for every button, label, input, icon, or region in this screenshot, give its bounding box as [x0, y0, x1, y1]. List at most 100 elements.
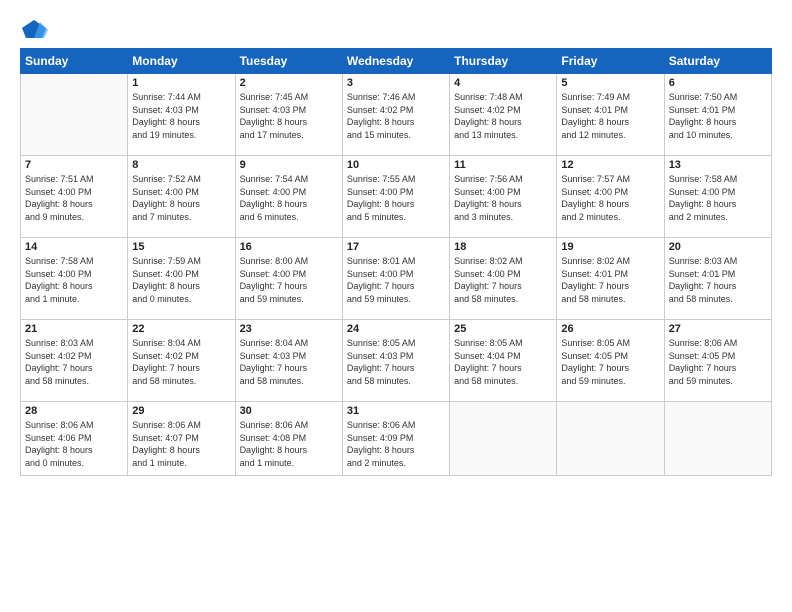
calendar-cell: 18 Sunrise: 8:02 AM Sunset: 4:00 PM Dayli…: [450, 238, 557, 320]
day-number: 11: [454, 159, 552, 171]
calendar-cell: 9Sunrise: 7:54 AM Sunset: 4:00 PM Daylig…: [235, 156, 342, 238]
day-number: 23: [240, 323, 338, 335]
day-number: 31: [347, 405, 445, 417]
calendar-cell: 4Sunrise: 7:48 AM Sunset: 4:02 PM Daylig…: [450, 74, 557, 156]
calendar-cell: [450, 402, 557, 476]
day-number: 3: [347, 77, 445, 89]
calendar-cell: 3 Sunrise: 7:46 AM Sunset: 4:02 PM Daylig…: [342, 74, 449, 156]
calendar-cell: 14 Sunrise: 7:58 AM Sunset: 4:00 PM Dayli…: [21, 238, 128, 320]
day-info: Sunrise: 8:03 AM Sunset: 4:01 PM Dayligh…: [669, 255, 767, 305]
week-row-5: 28 Sunrise: 8:06 AM Sunset: 4:06 PM Dayli…: [21, 402, 772, 476]
day-info: Sunrise: 8:06 AM Sunset: 4:09 PM Dayligh…: [347, 419, 445, 469]
day-number: 22: [132, 323, 230, 335]
day-number: 21: [25, 323, 123, 335]
calendar-cell: 2Sunrise: 7:45 AM Sunset: 4:03 PM Daylig…: [235, 74, 342, 156]
day-info: Sunrise: 7:55 AM Sunset: 4:00 PM Dayligh…: [347, 173, 445, 223]
calendar-cell: 16 Sunrise: 8:00 AM Sunset: 4:00 PM Dayli…: [235, 238, 342, 320]
day-number: 5: [561, 77, 659, 89]
calendar-cell: 6 Sunrise: 7:50 AM Sunset: 4:01 PM Daylig…: [664, 74, 771, 156]
weekday-header-saturday: Saturday: [664, 49, 771, 74]
day-info: Sunrise: 8:04 AM Sunset: 4:02 PM Dayligh…: [132, 337, 230, 387]
day-number: 16: [240, 241, 338, 253]
day-info: Sunrise: 7:52 AM Sunset: 4:00 PM Dayligh…: [132, 173, 230, 223]
calendar-cell: 12 Sunrise: 7:57 AM Sunset: 4:00 PM Dayli…: [557, 156, 664, 238]
day-info: Sunrise: 8:02 AM Sunset: 4:01 PM Dayligh…: [561, 255, 659, 305]
day-number: 24: [347, 323, 445, 335]
day-info: Sunrise: 7:50 AM Sunset: 4:01 PM Dayligh…: [669, 91, 767, 141]
day-number: 27: [669, 323, 767, 335]
day-info: Sunrise: 8:06 AM Sunset: 4:06 PM Dayligh…: [25, 419, 123, 469]
day-info: Sunrise: 8:05 AM Sunset: 4:05 PM Dayligh…: [561, 337, 659, 387]
calendar-cell: 15 Sunrise: 7:59 AM Sunset: 4:00 PM Dayli…: [128, 238, 235, 320]
day-info: Sunrise: 8:00 AM Sunset: 4:00 PM Dayligh…: [240, 255, 338, 305]
day-number: 13: [669, 159, 767, 171]
day-number: 18: [454, 241, 552, 253]
calendar-cell: 1 Sunrise: 7:44 AM Sunset: 4:03 PM Daylig…: [128, 74, 235, 156]
day-number: 12: [561, 159, 659, 171]
calendar-cell: 7Sunrise: 7:51 AM Sunset: 4:00 PM Daylig…: [21, 156, 128, 238]
day-info: Sunrise: 7:45 AM Sunset: 4:03 PM Dayligh…: [240, 91, 338, 141]
week-row-1: 1 Sunrise: 7:44 AM Sunset: 4:03 PM Daylig…: [21, 74, 772, 156]
day-number: 25: [454, 323, 552, 335]
calendar-cell: [664, 402, 771, 476]
day-info: Sunrise: 8:06 AM Sunset: 4:08 PM Dayligh…: [240, 419, 338, 469]
calendar-cell: 23 Sunrise: 8:04 AM Sunset: 4:03 PM Dayli…: [235, 320, 342, 402]
day-info: Sunrise: 7:56 AM Sunset: 4:00 PM Dayligh…: [454, 173, 552, 223]
day-number: 20: [669, 241, 767, 253]
calendar-cell: 11 Sunrise: 7:56 AM Sunset: 4:00 PM Dayli…: [450, 156, 557, 238]
day-info: Sunrise: 7:46 AM Sunset: 4:02 PM Dayligh…: [347, 91, 445, 141]
calendar-cell: 29Sunrise: 8:06 AM Sunset: 4:07 PM Dayli…: [128, 402, 235, 476]
day-number: 10: [347, 159, 445, 171]
week-row-2: 7Sunrise: 7:51 AM Sunset: 4:00 PM Daylig…: [21, 156, 772, 238]
weekday-header-tuesday: Tuesday: [235, 49, 342, 74]
logo: [20, 18, 52, 40]
calendar-cell: [557, 402, 664, 476]
calendar-cell: 10 Sunrise: 7:55 AM Sunset: 4:00 PM Dayli…: [342, 156, 449, 238]
day-info: Sunrise: 7:44 AM Sunset: 4:03 PM Dayligh…: [132, 91, 230, 141]
calendar-cell: [21, 74, 128, 156]
calendar-cell: 24 Sunrise: 8:05 AM Sunset: 4:03 PM Dayli…: [342, 320, 449, 402]
calendar-cell: 8Sunrise: 7:52 AM Sunset: 4:00 PM Daylig…: [128, 156, 235, 238]
day-info: Sunrise: 7:59 AM Sunset: 4:00 PM Dayligh…: [132, 255, 230, 305]
calendar-cell: 5 Sunrise: 7:49 AM Sunset: 4:01 PM Daylig…: [557, 74, 664, 156]
day-number: 14: [25, 241, 123, 253]
day-number: 17: [347, 241, 445, 253]
logo-icon: [20, 18, 48, 40]
day-info: Sunrise: 7:48 AM Sunset: 4:02 PM Dayligh…: [454, 91, 552, 141]
day-number: 1: [132, 77, 230, 89]
calendar-cell: 17 Sunrise: 8:01 AM Sunset: 4:00 PM Dayli…: [342, 238, 449, 320]
day-info: Sunrise: 7:58 AM Sunset: 4:00 PM Dayligh…: [25, 255, 123, 305]
calendar-cell: 30Sunrise: 8:06 AM Sunset: 4:08 PM Dayli…: [235, 402, 342, 476]
day-info: Sunrise: 8:01 AM Sunset: 4:00 PM Dayligh…: [347, 255, 445, 305]
weekday-header-thursday: Thursday: [450, 49, 557, 74]
day-info: Sunrise: 8:05 AM Sunset: 4:04 PM Dayligh…: [454, 337, 552, 387]
weekday-header-monday: Monday: [128, 49, 235, 74]
weekday-header-row: SundayMondayTuesdayWednesdayThursdayFrid…: [21, 49, 772, 74]
calendar-cell: 25 Sunrise: 8:05 AM Sunset: 4:04 PM Dayli…: [450, 320, 557, 402]
day-number: 28: [25, 405, 123, 417]
calendar-cell: 31 Sunrise: 8:06 AM Sunset: 4:09 PM Dayli…: [342, 402, 449, 476]
calendar-cell: 27 Sunrise: 8:06 AM Sunset: 4:05 PM Dayli…: [664, 320, 771, 402]
day-info: Sunrise: 8:02 AM Sunset: 4:00 PM Dayligh…: [454, 255, 552, 305]
calendar-cell: 21 Sunrise: 8:03 AM Sunset: 4:02 PM Dayli…: [21, 320, 128, 402]
day-number: 15: [132, 241, 230, 253]
day-info: Sunrise: 7:49 AM Sunset: 4:01 PM Dayligh…: [561, 91, 659, 141]
weekday-header-wednesday: Wednesday: [342, 49, 449, 74]
day-number: 26: [561, 323, 659, 335]
week-row-4: 21 Sunrise: 8:03 AM Sunset: 4:02 PM Dayli…: [21, 320, 772, 402]
day-info: Sunrise: 8:06 AM Sunset: 4:05 PM Dayligh…: [669, 337, 767, 387]
day-info: Sunrise: 7:57 AM Sunset: 4:00 PM Dayligh…: [561, 173, 659, 223]
day-info: Sunrise: 8:04 AM Sunset: 4:03 PM Dayligh…: [240, 337, 338, 387]
day-number: 6: [669, 77, 767, 89]
week-row-3: 14 Sunrise: 7:58 AM Sunset: 4:00 PM Dayli…: [21, 238, 772, 320]
calendar: SundayMondayTuesdayWednesdayThursdayFrid…: [20, 48, 772, 476]
day-info: Sunrise: 7:51 AM Sunset: 4:00 PM Dayligh…: [25, 173, 123, 223]
day-info: Sunrise: 8:05 AM Sunset: 4:03 PM Dayligh…: [347, 337, 445, 387]
day-info: Sunrise: 8:06 AM Sunset: 4:07 PM Dayligh…: [132, 419, 230, 469]
day-info: Sunrise: 8:03 AM Sunset: 4:02 PM Dayligh…: [25, 337, 123, 387]
day-number: 9: [240, 159, 338, 171]
weekday-header-sunday: Sunday: [21, 49, 128, 74]
day-number: 19: [561, 241, 659, 253]
weekday-header-friday: Friday: [557, 49, 664, 74]
header: [20, 18, 772, 40]
